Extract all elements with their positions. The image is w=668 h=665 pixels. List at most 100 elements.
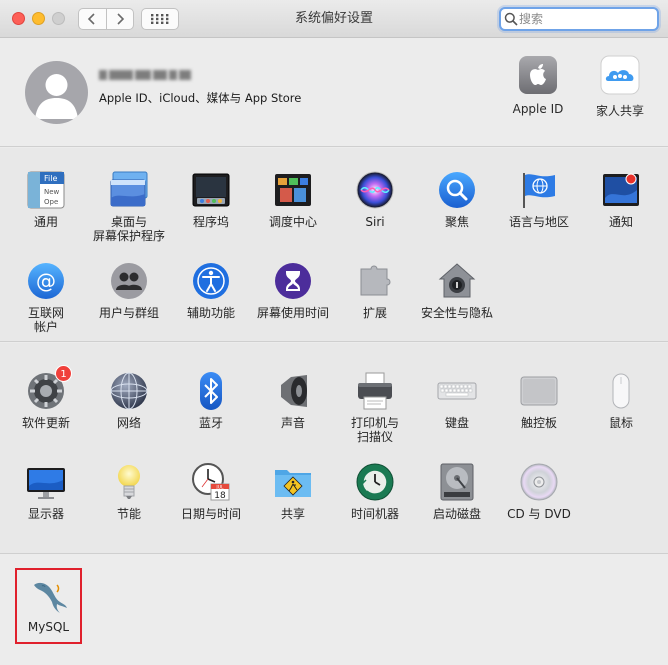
keyboard-icon xyxy=(437,371,477,411)
pref-time-machine[interactable]: 时间机器 xyxy=(334,462,416,521)
pref-mysql[interactable]: MySQL xyxy=(15,568,82,644)
pref-label: MySQL xyxy=(27,620,70,634)
account-name-redacted xyxy=(99,67,199,81)
close-button[interactable] xyxy=(12,12,25,25)
family-sharing-icon xyxy=(600,55,640,95)
spotlight-icon xyxy=(437,170,477,210)
preferences-section-hardware: 1 软件更新 网络 蓝牙 声音 打印机与 扫描仪 键盘 触控板 鼠标 显示器 节… xyxy=(0,343,668,554)
zoom-button[interactable] xyxy=(52,12,65,25)
cd-dvd-icon xyxy=(519,462,559,502)
avatar[interactable] xyxy=(25,61,88,124)
general-icon-ope: Ope xyxy=(44,198,58,206)
pref-language-region[interactable]: 语言与地区 xyxy=(498,170,580,229)
pref-label: 安全性与隐私 xyxy=(420,306,493,320)
pref-general[interactable]: File New Ope 通用 xyxy=(5,170,87,229)
forward-button[interactable] xyxy=(105,9,134,29)
pref-users-groups[interactable]: 用户与群组 xyxy=(88,261,170,320)
language-region-icon xyxy=(519,170,559,210)
search-input[interactable] xyxy=(519,9,653,29)
pref-siri[interactable]: Siri xyxy=(334,170,416,229)
pref-spotlight[interactable]: 聚焦 xyxy=(416,170,498,229)
printer-scanner-icon xyxy=(355,371,395,411)
update-badge: 1 xyxy=(55,365,72,382)
pref-label: 互联网 帐户 xyxy=(27,306,64,334)
pref-desktop-screensaver[interactable]: 桌面与 屏幕保护程序 xyxy=(88,170,170,243)
minimize-button[interactable] xyxy=(32,12,45,25)
pref-cd-dvd[interactable]: CD 与 DVD xyxy=(498,462,580,521)
pref-security-privacy[interactable]: 安全性与隐私 xyxy=(416,261,498,320)
nav-buttons xyxy=(78,8,134,30)
pref-dock[interactable]: 程序坞 xyxy=(170,170,252,229)
title-bar: 系统偏好设置 xyxy=(0,0,668,38)
calendar-day-text: 18 xyxy=(214,491,226,501)
preferences-section-other: MySQL xyxy=(0,555,668,665)
pref-displays[interactable]: 显示器 xyxy=(5,462,87,521)
pref-accessibility[interactable]: 辅助功能 xyxy=(170,261,252,320)
pref-label: 打印机与 扫描仪 xyxy=(350,416,399,444)
pref-label: 键盘 xyxy=(444,416,469,430)
pref-extensions[interactable]: 扩展 xyxy=(334,261,416,320)
search-field[interactable] xyxy=(499,7,659,31)
pref-keyboard[interactable]: 键盘 xyxy=(416,371,498,430)
siri-icon xyxy=(355,170,395,210)
trackpad-icon xyxy=(519,371,559,411)
pref-screen-time[interactable]: 屏幕使用时间 xyxy=(252,261,334,320)
pref-sound[interactable]: 声音 xyxy=(252,371,334,430)
back-button[interactable] xyxy=(79,9,106,29)
pref-sharing[interactable]: 共享 xyxy=(252,462,334,521)
pref-label: 程序坞 xyxy=(192,215,229,229)
pref-network[interactable]: 网络 xyxy=(88,371,170,430)
security-privacy-icon xyxy=(437,261,477,301)
pref-bluetooth[interactable]: 蓝牙 xyxy=(170,371,252,430)
pref-label: 时间机器 xyxy=(350,507,399,521)
chevron-left-icon xyxy=(88,13,95,25)
bluetooth-icon xyxy=(191,371,231,411)
account-subtitle[interactable]: Apple ID、iCloud、媒体与 App Store xyxy=(99,90,301,106)
pref-label: Siri xyxy=(365,215,385,229)
apple-id-label: Apple ID xyxy=(512,102,564,116)
pref-mouse[interactable]: 鼠标 xyxy=(580,371,662,430)
family-sharing-label: 家人共享 xyxy=(595,104,644,118)
pref-label: 软件更新 xyxy=(21,416,70,430)
pref-label: 通用 xyxy=(33,215,58,229)
dock-icon xyxy=(191,170,231,210)
show-all-button[interactable] xyxy=(141,8,179,30)
pref-label: 显示器 xyxy=(27,507,64,521)
pref-date-time[interactable]: JUL 18 日期与时间 xyxy=(170,462,252,521)
general-icon-file: File xyxy=(44,174,57,183)
pref-printers-scanners[interactable]: 打印机与 扫描仪 xyxy=(334,371,416,444)
pref-label: CD 与 DVD xyxy=(507,507,571,521)
pref-label: 语言与地区 xyxy=(508,215,569,229)
pref-internet-accounts[interactable]: @ 互联网 帐户 xyxy=(5,261,87,334)
general-icon-new: New xyxy=(44,188,60,196)
sharing-icon xyxy=(273,462,313,502)
software-update-icon: 1 xyxy=(26,365,72,411)
screen-time-icon xyxy=(273,261,313,301)
account-row: Apple ID、iCloud、媒体与 App Store Apple ID 家… xyxy=(0,39,668,147)
mysql-icon xyxy=(29,575,69,615)
pref-mission-control[interactable]: 调度中心 xyxy=(252,170,334,229)
pref-software-update[interactable]: 1 软件更新 xyxy=(5,365,87,430)
mouse-icon xyxy=(601,371,641,411)
apple-id-pref[interactable]: Apple ID xyxy=(498,55,578,116)
pref-notifications[interactable]: 通知 xyxy=(580,170,662,229)
general-icon: File New Ope xyxy=(26,170,66,210)
pref-label: 桌面与 屏幕保护程序 xyxy=(92,215,165,243)
family-sharing-pref[interactable]: 家人共享 xyxy=(580,55,660,119)
pref-label: 蓝牙 xyxy=(198,416,223,430)
system-preferences-window: 系统偏好设置 Apple ID、iCloud、媒体与 App Store xyxy=(0,0,668,665)
preferences-section-personal: File New Ope 通用 桌面与 屏幕保护程序 程序坞 调度中心 Siri… xyxy=(0,148,668,342)
grid-icon xyxy=(151,14,169,24)
pref-startup-disk[interactable]: 启动磁盘 xyxy=(416,462,498,521)
extensions-icon xyxy=(355,261,395,301)
chevron-right-icon xyxy=(117,13,124,25)
pref-label: 扩展 xyxy=(362,306,387,320)
pref-energy-saver[interactable]: 节能 xyxy=(88,462,170,521)
pref-trackpad[interactable]: 触控板 xyxy=(498,371,580,430)
accessibility-icon xyxy=(191,261,231,301)
notifications-icon xyxy=(601,170,641,210)
energy-saver-icon xyxy=(109,462,149,502)
apple-id-icon xyxy=(518,55,558,95)
internet-accounts-icon: @ xyxy=(26,261,66,301)
date-time-icon: JUL 18 xyxy=(191,462,231,502)
